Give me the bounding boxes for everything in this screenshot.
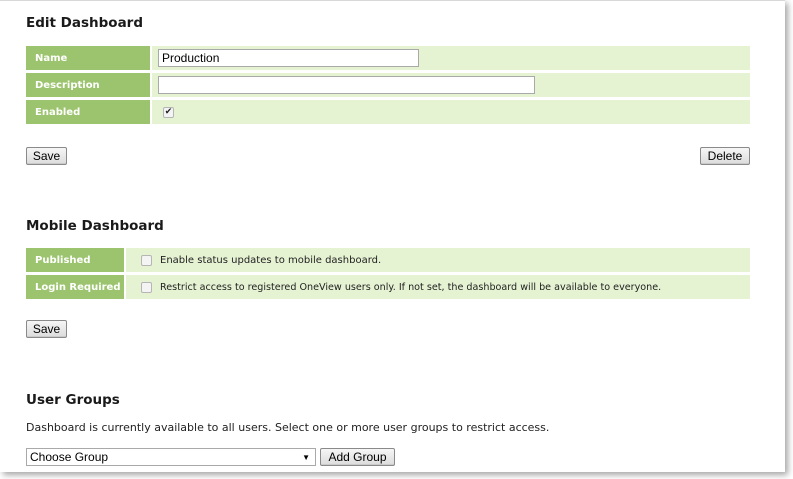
login-required-checkbox[interactable] — [141, 281, 152, 293]
enabled-checkbox[interactable]: ✔ — [163, 106, 174, 118]
description-input[interactable] — [158, 76, 535, 94]
description-row: Description — [26, 73, 750, 97]
add-group-button[interactable]: Add Group — [320, 448, 395, 466]
login-required-label: Login Required — [26, 275, 124, 299]
mobile-dashboard-heading: Mobile Dashboard — [26, 218, 164, 234]
published-label: Published — [26, 248, 124, 272]
published-value-cell: Enable status updates to mobile dashboar… — [126, 248, 750, 272]
name-input[interactable]: Production — [158, 49, 419, 67]
description-value-cell — [152, 73, 750, 97]
save-mobile-button[interactable]: Save — [26, 320, 67, 338]
dashboard-settings-panel: Edit Dashboard Name Production Descripti… — [0, 0, 785, 472]
name-value-cell: Production — [152, 46, 750, 70]
login-required-row: Login Required Restrict access to regist… — [26, 275, 750, 299]
description-label: Description — [26, 73, 150, 97]
choose-group-value: Choose Group — [30, 450, 109, 464]
user-groups-description: Dashboard is currently available to all … — [26, 421, 550, 434]
name-label: Name — [26, 46, 150, 70]
login-required-value-cell: Restrict access to registered OneView us… — [126, 275, 750, 299]
choose-group-select[interactable]: Choose Group ▼ — [26, 448, 316, 466]
name-row: Name Production — [26, 46, 750, 70]
enabled-row: Enabled ✔ — [26, 100, 750, 124]
edit-dashboard-heading: Edit Dashboard — [26, 15, 143, 31]
chevron-down-icon: ▼ — [302, 453, 310, 462]
user-groups-heading: User Groups — [26, 392, 120, 408]
delete-dashboard-button[interactable]: Delete — [700, 147, 750, 165]
enabled-label: Enabled — [26, 100, 150, 124]
check-icon: ✔ — [164, 106, 173, 117]
login-required-description: Restrict access to registered OneView us… — [160, 281, 662, 293]
published-description: Enable status updates to mobile dashboar… — [160, 254, 382, 266]
enabled-value-cell: ✔ — [152, 100, 750, 124]
published-checkbox[interactable] — [141, 254, 152, 266]
save-dashboard-button[interactable]: Save — [26, 147, 67, 165]
published-row: Published Enable status updates to mobil… — [26, 248, 750, 272]
